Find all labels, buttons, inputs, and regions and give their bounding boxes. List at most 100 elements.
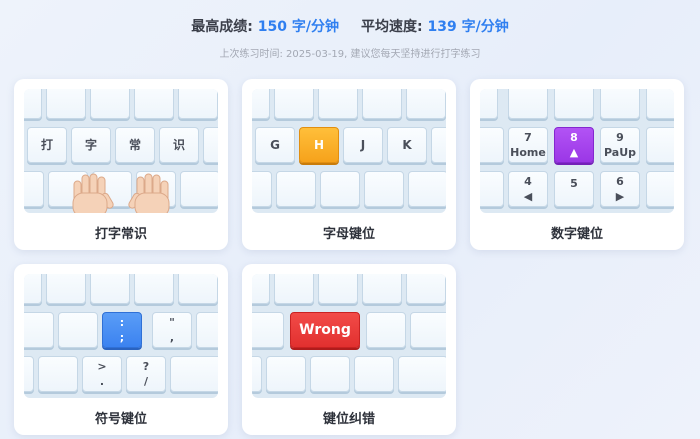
numpad-key-9: 9 PaUp (600, 127, 640, 163)
keyboard-key (252, 312, 284, 348)
keyboard-key (398, 356, 446, 392)
key-chang: 常 (115, 127, 155, 163)
key-primary: ? (142, 360, 150, 373)
keyboard-key (134, 274, 174, 304)
keyboard-key (46, 274, 86, 304)
key-secondary: / (143, 375, 149, 388)
key-g: G (255, 127, 295, 163)
keyboard-key (252, 89, 270, 119)
keyboard-key (203, 127, 218, 163)
keyboard-key (480, 89, 498, 119)
keyboard-illustration: : ; " , > . ? / (24, 274, 218, 398)
key-period: > . (82, 356, 122, 392)
keyboard-key (354, 356, 394, 392)
key-primary: 6 (616, 175, 624, 188)
keyboard-illustration: G H J K (252, 89, 446, 213)
wrong-key-highlighted: Wrong (290, 312, 360, 348)
card-title: 字母键位 (322, 227, 375, 242)
best-score-value: 150 字/分钟 (257, 19, 339, 35)
keyboard-key (24, 274, 42, 304)
keyboard-key (24, 356, 34, 392)
card-typing-basics[interactable]: 打 字 常 识 打字常识 (14, 79, 228, 250)
card-letter-keys[interactable]: G H J K 字母键位 (242, 79, 456, 250)
keyboard-key (276, 171, 316, 207)
keyboard-key (274, 274, 314, 304)
keyboard-key (24, 171, 44, 207)
key-primary: : (119, 316, 125, 329)
card-number-keys[interactable]: 7 Home 8 ▲ 9 PaUp 4 ◀ 5 6 ▶ 数字键位 (470, 79, 684, 250)
keyboard-key (646, 89, 674, 119)
key-h-highlighted: H (299, 127, 339, 163)
keyboard-key (38, 356, 78, 392)
card-title: 数字键位 (550, 227, 603, 242)
numpad-key-8-highlighted: 8 ▲ (554, 127, 594, 163)
left-arrow-icon: ◀ (523, 190, 533, 203)
keyboard-key (58, 312, 98, 348)
keyboard-key (406, 89, 446, 119)
keyboard-key (646, 171, 674, 207)
numpad-key-7: 7 Home (508, 127, 548, 163)
card-title: 键位纠错 (322, 412, 375, 427)
best-score-label: 最高成绩: (191, 19, 253, 35)
key-primary: 4 (524, 175, 532, 188)
keyboard-key (431, 127, 446, 163)
keyboard-key (266, 356, 306, 392)
keyboard-key (90, 274, 130, 304)
keyboard-key (178, 274, 218, 304)
keyboard-key (600, 89, 640, 119)
key-secondary: , (169, 331, 175, 344)
average-speed: 平均速度: 139 字/分钟 (361, 16, 509, 36)
best-score: 最高成绩: 150 字/分钟 (191, 16, 339, 36)
keyboard-illustration: 打 字 常 识 (24, 89, 218, 213)
average-speed-value: 139 字/分钟 (427, 19, 509, 35)
key-da: 打 (27, 127, 67, 163)
keyboard-key (480, 127, 504, 163)
keyboard-key (408, 171, 446, 207)
up-arrow-icon: ▲ (569, 146, 579, 159)
keyboard-key (318, 274, 358, 304)
card-key-correction[interactable]: Wrong 键位纠错 (242, 264, 456, 435)
last-practice-hint: 上次练习时间: 2025-03-19, 建议您每天坚持进行打字练习 (219, 49, 481, 60)
card-title: 符号键位 (94, 412, 147, 427)
keyboard-key (252, 274, 270, 304)
numpad-key-6: 6 ▶ (600, 171, 640, 207)
keyboard-key (318, 89, 358, 119)
keyboard-key (646, 127, 674, 163)
keyboard-key (310, 356, 350, 392)
key-j: J (343, 127, 383, 163)
keyboard-key (134, 89, 174, 119)
keyboard-key (24, 312, 54, 348)
keyboard-key (362, 274, 402, 304)
numpad-key-4: 4 ◀ (508, 171, 548, 207)
keyboard-key (170, 356, 218, 392)
keyboard-key (90, 89, 130, 119)
keyboard-key (554, 89, 594, 119)
stats-bar: 最高成绩: 150 字/分钟 平均速度: 139 字/分钟 (0, 15, 700, 37)
key-secondary: ; (119, 331, 125, 344)
left-hand-icon (72, 173, 114, 213)
keyboard-key (196, 312, 218, 348)
key-secondary: PaUp (604, 146, 636, 159)
right-hand-icon (128, 173, 170, 213)
key-secondary: Home (510, 146, 546, 159)
right-arrow-icon: ▶ (615, 190, 625, 203)
key-slash: ? / (126, 356, 166, 392)
keyboard-key (252, 356, 262, 392)
numpad-key-5: 5 (554, 171, 594, 207)
key-zi: 字 (71, 127, 111, 163)
keyboard-key (480, 171, 504, 207)
keyboard-key (46, 89, 86, 119)
key-shi: 识 (159, 127, 199, 163)
keyboard-key (274, 89, 314, 119)
average-speed-label: 平均速度: (361, 19, 423, 35)
keyboard-illustration: Wrong (252, 274, 446, 398)
keyboard-key (406, 274, 446, 304)
key-quote: " , (152, 312, 192, 348)
key-primary: 8 (570, 131, 578, 144)
keyboard-illustration: 7 Home 8 ▲ 9 PaUp 4 ◀ 5 6 ▶ (480, 89, 674, 213)
keyboard-key (178, 89, 218, 119)
key-primary: 5 (570, 177, 578, 190)
card-symbol-keys[interactable]: : ; " , > . ? / 符号键位 (14, 264, 228, 435)
key-semicolon-highlighted: : ; (102, 312, 142, 348)
keyboard-key (362, 89, 402, 119)
